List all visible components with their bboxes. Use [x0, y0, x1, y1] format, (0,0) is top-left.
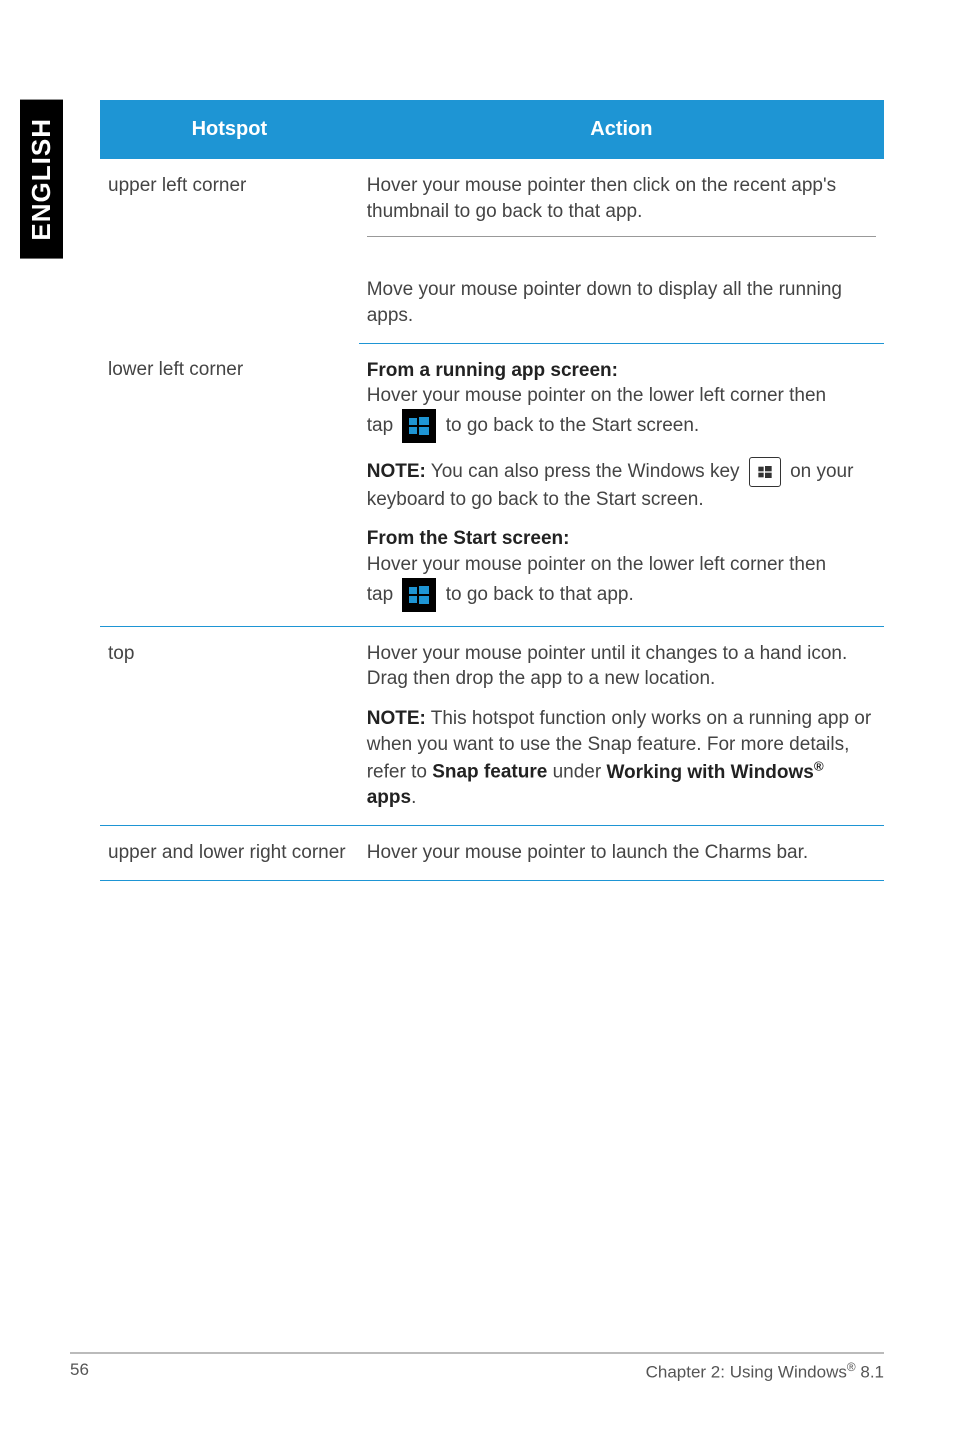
note-block: NOTE: You can also press the Windows key…	[367, 457, 876, 513]
windows-tile-icon	[402, 578, 436, 612]
text: under	[547, 762, 606, 783]
cell-right-label: upper and lower right corner	[100, 825, 359, 880]
chapter-label: Chapter 2: Using Windows® 8.1	[646, 1360, 884, 1383]
language-side-tab: ENGLISH	[20, 100, 63, 259]
cell-upper-left-p2: Move your mouse pointer down to display …	[359, 263, 884, 343]
text: to go back to the Start screen.	[446, 415, 699, 436]
cell-top-label: top	[100, 626, 359, 825]
cell-lower-left-action: From a running app screen: Hover your mo…	[359, 343, 884, 626]
table-row: lower left corner From a running app scr…	[100, 343, 884, 626]
table-row: top Hover your mouse pointer until it ch…	[100, 626, 884, 825]
table-header-hotspot: Hotspot	[100, 100, 359, 159]
windows-key-icon	[749, 457, 781, 487]
running-line1: Hover your mouse pointer on the lower le…	[367, 383, 876, 409]
cell-top-action: Hover your mouse pointer until it change…	[359, 626, 884, 825]
cell-upper-left-p1: Hover your mouse pointer then click on t…	[359, 159, 884, 263]
start-line1: Hover your mouse pointer on the lower le…	[367, 552, 876, 578]
page-number: 56	[70, 1360, 89, 1383]
running-heading: From a running app screen:	[367, 358, 876, 384]
table-row: upper left corner Hover your mouse point…	[100, 159, 884, 263]
hotspot-table: Hotspot Action upper left corner Hover y…	[100, 100, 884, 881]
cell-lower-left-label: lower left corner	[100, 343, 359, 626]
text: tap	[367, 415, 399, 436]
table-row: upper and lower right corner Hover your …	[100, 825, 884, 880]
top-p1: Hover your mouse pointer until it change…	[367, 641, 876, 692]
top-note: NOTE: This hotspot function only works o…	[367, 706, 876, 811]
registered-symbol: ®	[847, 1360, 856, 1374]
text: to go back to that app.	[446, 584, 634, 605]
text: .	[411, 787, 416, 808]
registered-symbol: ®	[814, 758, 824, 773]
text: tap	[367, 584, 399, 605]
text: You can also press the Windows key	[426, 461, 745, 482]
cell-upper-left-label: upper left corner	[100, 159, 359, 343]
running-line2: tap to go back to the Start screen.	[367, 409, 876, 443]
table-header-action: Action	[359, 100, 884, 159]
page-footer: 56 Chapter 2: Using Windows® 8.1	[70, 1352, 884, 1383]
text: Snap feature	[432, 762, 547, 783]
start-heading: From the Start screen:	[367, 526, 876, 552]
note-prefix: NOTE:	[367, 461, 426, 482]
document-page: ENGLISH Hotspot Action upper left corner…	[0, 0, 954, 1438]
start-line2: tap to go back to that app.	[367, 578, 876, 612]
cell-right-action: Hover your mouse pointer to launch the C…	[359, 825, 884, 880]
text: Hover your mouse pointer then click on t…	[367, 175, 836, 222]
windows-tile-icon	[402, 409, 436, 443]
note-prefix: NOTE:	[367, 708, 426, 729]
